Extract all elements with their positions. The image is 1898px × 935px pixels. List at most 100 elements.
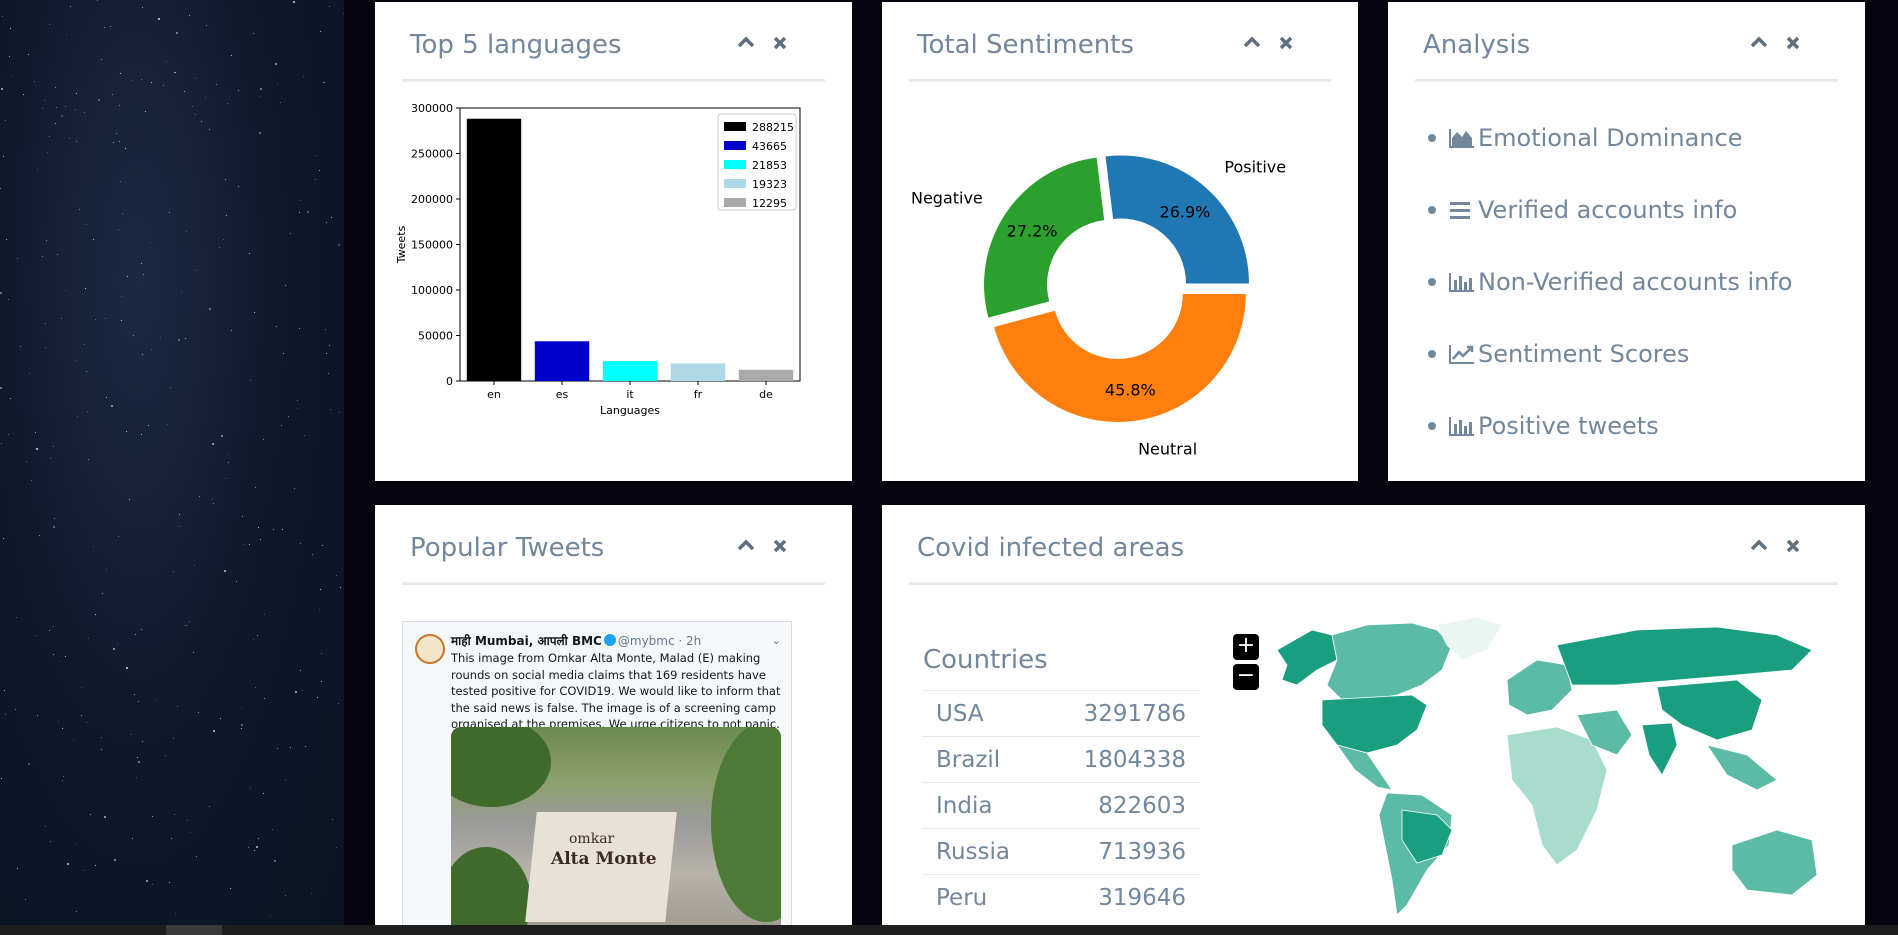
star-dot: [272, 829, 273, 830]
star-dot: [304, 435, 305, 436]
star-dot: [106, 569, 107, 570]
image-sign-text: omkar: [569, 831, 615, 847]
map-region-india[interactable]: [1641, 722, 1678, 776]
analysis-item-sentiment-scores[interactable]: Sentiment Scores: [1428, 318, 1792, 390]
star-dot: [141, 263, 142, 264]
panel-popular-tweets: Popular Tweets माही Mumbai, आपली BMC @myb…: [375, 505, 852, 925]
close-icon[interactable]: [767, 533, 793, 559]
star-dot: [236, 581, 237, 582]
star-dot: [185, 338, 186, 339]
star-dot: [238, 186, 239, 187]
star-dot: [1, 88, 3, 90]
star-dot: [0, 292, 2, 294]
star-dot: [212, 443, 214, 445]
chevron-down-icon[interactable]: ⌄: [772, 634, 781, 647]
starry-background: [0, 0, 344, 935]
star-dot: [122, 213, 123, 214]
star-dot: [46, 240, 47, 241]
chevron-up-icon[interactable]: [1746, 533, 1772, 559]
star-dot: [143, 274, 144, 275]
chevron-up-icon[interactable]: [1746, 30, 1772, 56]
x-tick-label: de: [759, 388, 773, 401]
close-icon[interactable]: [767, 30, 793, 56]
star-dot: [39, 535, 40, 536]
tweet-author-name: माही Mumbai, आपली BMC: [451, 634, 602, 648]
star-dot: [290, 747, 291, 748]
map-region-russia[interactable]: [1556, 626, 1813, 686]
star-dot: [110, 26, 111, 27]
star-dot: [95, 865, 96, 866]
star-dot: [61, 318, 62, 319]
star-dot: [113, 648, 115, 650]
star-dot: [231, 55, 232, 56]
star-dot: [37, 715, 38, 716]
star-dot: [63, 776, 64, 777]
chevron-up-icon[interactable]: [733, 533, 759, 559]
star-dot: [17, 868, 18, 869]
y-tick-label: 300000: [411, 102, 453, 115]
star-dot: [118, 536, 119, 537]
star-dot: [53, 626, 54, 627]
star-dot: [57, 254, 58, 255]
star-dot: [255, 487, 256, 488]
star-dot: [136, 777, 137, 778]
star-dot: [84, 344, 85, 345]
close-icon[interactable]: [1273, 30, 1299, 56]
star-dot: [0, 188, 1, 189]
legend-label: 19323: [752, 178, 787, 191]
analysis-item-verified-accounts[interactable]: Verified accounts info: [1428, 174, 1792, 246]
analysis-item-positive-tweets[interactable]: Positive tweets: [1428, 390, 1792, 462]
star-dot: [50, 841, 51, 842]
star-dot: [76, 141, 77, 142]
analysis-item-non-verified-accounts[interactable]: Non-Verified accounts info: [1428, 246, 1792, 318]
map-region-africa[interactable]: [1506, 726, 1608, 866]
star-dot: [133, 335, 134, 336]
star-dot: [256, 846, 258, 848]
star-dot: [275, 63, 277, 65]
avatar: [415, 634, 445, 664]
close-icon[interactable]: [1780, 30, 1806, 56]
star-dot: [3, 156, 4, 157]
star-dot: [84, 112, 85, 113]
map-region-australia[interactable]: [1731, 829, 1818, 896]
star-dot: [36, 448, 38, 450]
legend-label: 12295: [752, 197, 787, 210]
chevron-up-icon[interactable]: [1239, 30, 1265, 56]
panel-analysis: Analysis Emotional Dominance Verified ac…: [1388, 2, 1865, 481]
close-icon[interactable]: [1780, 533, 1806, 559]
star-dot: [321, 681, 322, 682]
star-dot: [264, 698, 265, 699]
analysis-item-emotional-dominance[interactable]: Emotional Dominance: [1428, 102, 1792, 174]
star-dot: [142, 354, 143, 355]
star-dot: [83, 870, 84, 871]
star-dot: [104, 27, 105, 28]
star-dot: [321, 653, 322, 654]
star-dot: [88, 638, 89, 639]
map-region-europe[interactable]: [1506, 659, 1573, 716]
y-tick-label: 0: [446, 375, 453, 388]
tweet-card[interactable]: माही Mumbai, आपली BMC @mybmc · 2h ⌄ This …: [402, 621, 792, 925]
map-region-southeast-asia[interactable]: [1706, 744, 1778, 791]
slice-name-label: Positive: [1224, 158, 1286, 177]
star-dot: [303, 76, 304, 77]
star-dot: [290, 233, 291, 234]
star-dot: [134, 694, 135, 695]
scrollbar-thumb[interactable]: [166, 925, 222, 935]
star-dot: [300, 200, 301, 201]
star-dot: [8, 299, 9, 300]
star-dot: [58, 721, 59, 722]
country-count: 822603: [1043, 782, 1200, 829]
map-region-canada[interactable]: [1326, 622, 1453, 701]
map-region-usa[interactable]: [1321, 694, 1428, 754]
star-dot: [175, 72, 176, 73]
star-dot: [195, 78, 196, 79]
star-dot: [299, 328, 300, 329]
star-dot: [323, 82, 324, 83]
legend-label: 43665: [752, 140, 787, 153]
world-map[interactable]: [1237, 615, 1837, 925]
map-region-alaska[interactable]: [1276, 629, 1338, 686]
horizontal-scrollbar[interactable]: [0, 925, 1898, 935]
star-dot: [55, 87, 56, 88]
tweet-image[interactable]: omkar Alta Monte: [451, 727, 781, 925]
chevron-up-icon[interactable]: [733, 30, 759, 56]
